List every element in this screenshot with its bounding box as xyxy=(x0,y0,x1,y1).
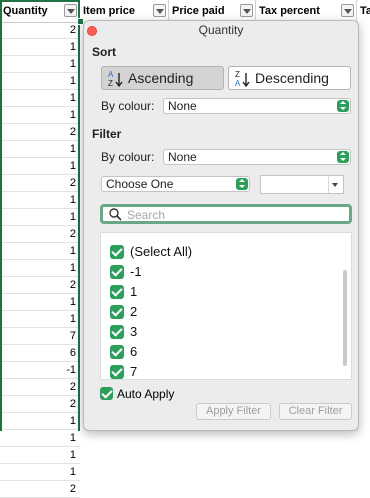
popover-title: Quantity xyxy=(198,23,244,37)
checkbox-checked-icon xyxy=(100,387,113,400)
svg-text:A: A xyxy=(235,79,241,88)
column-header-tax-percent[interactable]: Tax percent xyxy=(256,0,357,22)
clear-filter-button[interactable]: Clear Filter xyxy=(279,403,352,420)
filter-item-label: 2 xyxy=(130,304,138,319)
checkbox-checked-icon[interactable] xyxy=(110,285,124,299)
sort-descending-icon: Z A xyxy=(235,70,250,88)
quantity-cell[interactable]: 2 xyxy=(0,396,80,413)
filter-popover: Quantity Sort A Z Ascending Z A Descendi… xyxy=(83,20,359,431)
quantity-cell[interactable]: 2 xyxy=(0,175,80,192)
quantity-cell[interactable]: 1 xyxy=(0,243,80,260)
svg-text:A: A xyxy=(108,70,114,79)
column-header-quantity[interactable]: Quantity xyxy=(0,0,80,22)
quantity-cell[interactable]: 1 xyxy=(0,413,80,430)
sort-ascending-label: Ascending xyxy=(128,70,194,86)
filter-heading: Filter xyxy=(92,127,122,141)
filter-dropdown-icon[interactable] xyxy=(341,4,354,17)
select-arrows-icon xyxy=(337,100,349,112)
quantity-cell[interactable]: 1 xyxy=(0,141,80,158)
quantity-cell[interactable]: 1 xyxy=(0,430,80,447)
column-header-label: Tax percent xyxy=(259,5,320,17)
column-header-item-price[interactable]: Item price xyxy=(80,0,169,22)
quantity-cell[interactable]: 1 xyxy=(0,73,80,90)
chevron-down-icon[interactable] xyxy=(328,176,343,193)
select-arrows-icon xyxy=(337,151,349,163)
quantity-cell[interactable]: 1 xyxy=(0,39,80,56)
quantity-cell[interactable]: 1 xyxy=(0,107,80,124)
checkbox-checked-icon[interactable] xyxy=(110,245,124,259)
list-scrollbar[interactable] xyxy=(343,270,347,366)
quantity-cell[interactable]: 6 xyxy=(0,345,80,362)
filter-item-label: 7 xyxy=(130,364,138,379)
quantity-cell[interactable]: 2 xyxy=(0,277,80,294)
filter-by-colour-select[interactable]: None xyxy=(163,149,351,165)
quantity-cell[interactable]: 2 xyxy=(0,22,80,39)
sort-descending-label: Descending xyxy=(255,70,329,86)
quantity-cell[interactable]: 1 xyxy=(0,447,80,464)
filter-by-colour-label: By colour: xyxy=(101,150,155,164)
sort-ascending-icon: A Z xyxy=(108,70,123,88)
quantity-cell[interactable]: 1 xyxy=(0,56,80,73)
select-arrows-icon xyxy=(236,178,248,190)
column-header-tax[interactable]: Ta xyxy=(357,0,370,22)
quantity-cell[interactable]: 2 xyxy=(0,379,80,396)
column-header-label: Price paid xyxy=(172,5,225,17)
sort-by-colour-value: None xyxy=(168,99,197,113)
column-header-label: Ta xyxy=(360,5,370,17)
sort-by-colour-label: By colour: xyxy=(101,99,155,113)
filter-dropdown-icon[interactable] xyxy=(64,4,77,17)
quantity-cell[interactable]: 1 xyxy=(0,294,80,311)
filter-item-label: 6 xyxy=(130,344,138,359)
quantity-cell[interactable]: 1 xyxy=(0,464,80,481)
filter-item-label: 3 xyxy=(130,324,138,339)
quantity-cell[interactable]: 1 xyxy=(0,158,80,175)
checkbox-checked-icon[interactable] xyxy=(110,305,124,319)
filter-item-label: 1 xyxy=(130,284,138,299)
quantity-cell[interactable]: 2 xyxy=(0,481,80,498)
quantity-cell[interactable]: 1 xyxy=(0,311,80,328)
sort-heading: Sort xyxy=(92,45,116,59)
search-icon xyxy=(109,208,122,221)
quantity-cell[interactable]: 1 xyxy=(0,192,80,209)
filter-dropdown-icon[interactable] xyxy=(240,4,253,17)
svg-text:Z: Z xyxy=(108,79,113,88)
filter-dropdown-icon[interactable] xyxy=(153,4,166,17)
quantity-cell[interactable]: 1 xyxy=(0,260,80,277)
column-header-label: Item price xyxy=(83,5,135,17)
filter-by-colour-value: None xyxy=(168,150,197,164)
quantity-column: 2 1 1 1 1 1 2 1 1 2 1 1 2 1 1 2 1 1 7 6 -1 2 2 1 1 1 1 2 xyxy=(0,22,80,498)
checkbox-checked-icon[interactable] xyxy=(110,265,124,279)
quantity-cell[interactable]: 7 xyxy=(0,328,80,345)
filter-item-label: -1 xyxy=(130,264,142,279)
filter-condition-select[interactable]: Choose One xyxy=(101,176,250,192)
quantity-cell[interactable]: 2 xyxy=(0,124,80,141)
search-input[interactable]: Search xyxy=(100,204,352,224)
svg-text:Z: Z xyxy=(235,70,240,79)
quantity-cell[interactable]: 1 xyxy=(0,90,80,107)
checkbox-checked-icon[interactable] xyxy=(110,325,124,339)
sort-descending-button[interactable]: Z A Descending xyxy=(228,66,351,90)
quantity-cell[interactable]: -1 xyxy=(0,362,80,379)
search-placeholder: Search xyxy=(127,208,166,222)
apply-filter-button[interactable]: Apply Filter xyxy=(196,403,271,420)
sort-by-colour-select[interactable]: None xyxy=(163,98,351,114)
sort-ascending-button[interactable]: A Z Ascending xyxy=(101,66,224,90)
quantity-cell[interactable]: 1 xyxy=(0,209,80,226)
filter-item-label: (Select All) xyxy=(130,244,193,259)
checkbox-checked-icon[interactable] xyxy=(110,345,124,359)
quantity-cell[interactable]: 2 xyxy=(0,226,80,243)
filter-condition-value: Choose One xyxy=(106,177,174,191)
column-header-label: Quantity xyxy=(3,5,48,17)
column-header-price-paid[interactable]: Price paid xyxy=(169,0,256,22)
filter-condition-value-combo[interactable] xyxy=(260,175,344,194)
auto-apply-label: Auto Apply xyxy=(117,387,175,401)
checkbox-checked-icon[interactable] xyxy=(110,365,124,379)
